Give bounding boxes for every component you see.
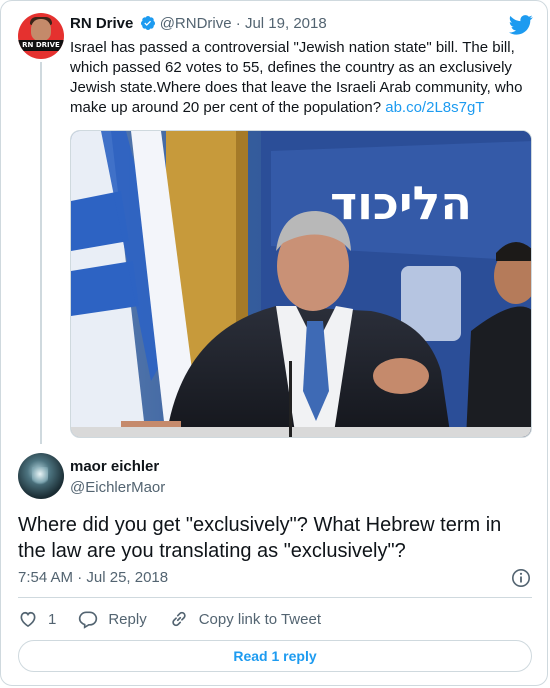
tweet-body: Israel has passed a controversial "Jewis… [70,38,538,118]
reply-time[interactable]: 7:54 AM [18,569,73,586]
avatar-label: RN DRIVE [18,40,64,51]
reply-button[interactable]: Reply [78,609,147,629]
read-replies-button[interactable]: Read 1 reply [18,640,532,672]
banner-hebrew-text: הליכוד [330,176,472,230]
tweet-date[interactable]: Jul 19, 2018 [245,15,327,32]
like-button[interactable]: 1 [18,609,56,629]
heart-icon [20,611,36,628]
reply-author-name[interactable]: maor eichler [70,458,159,475]
reply-separator: · [77,569,83,586]
photo-illustration: הליכוד [71,131,531,437]
reply-date[interactable]: Jul 25, 2018 [86,569,168,586]
rndrive-avatar[interactable]: RN DRIVE [18,13,64,59]
maor-eichler-avatar[interactable] [18,453,64,499]
author-name[interactable]: RN Drive [70,15,133,32]
copy-link-button[interactable]: Copy link to Tweet [169,609,321,629]
reply-author-handle[interactable]: @EichlerMaor [70,479,165,496]
reply-bubble-icon [79,611,98,629]
copy-link-label: Copy link to Tweet [198,610,321,628]
tweet-header: RN Drive @RNDrive · Jul 19, 2018 [70,15,327,32]
action-bar: 1 Reply Copy link to Tweet [18,608,343,630]
reply-button-label: Reply [108,610,147,628]
tweet-link[interactable]: ab.co/2L8s7gT [385,99,484,116]
like-count: 1 [48,610,57,628]
author-handle[interactable]: @RNDrive [160,15,232,32]
reply-timestamp[interactable]: 7:54 AM · Jul 25, 2018 [18,569,168,586]
avatar-figure [32,467,48,487]
reply-text: Where did you get "exclusively"? What He… [18,514,502,562]
info-icon[interactable] [511,568,531,588]
divider [18,597,532,598]
twitter-bird-icon[interactable] [509,15,533,35]
link-icon [172,611,186,627]
verified-badge-icon [140,16,155,30]
avatar-face [31,19,51,41]
tweet-photo[interactable]: הליכוד [70,130,532,438]
header-separator: · [235,15,241,32]
thread-connector-line [40,62,42,444]
